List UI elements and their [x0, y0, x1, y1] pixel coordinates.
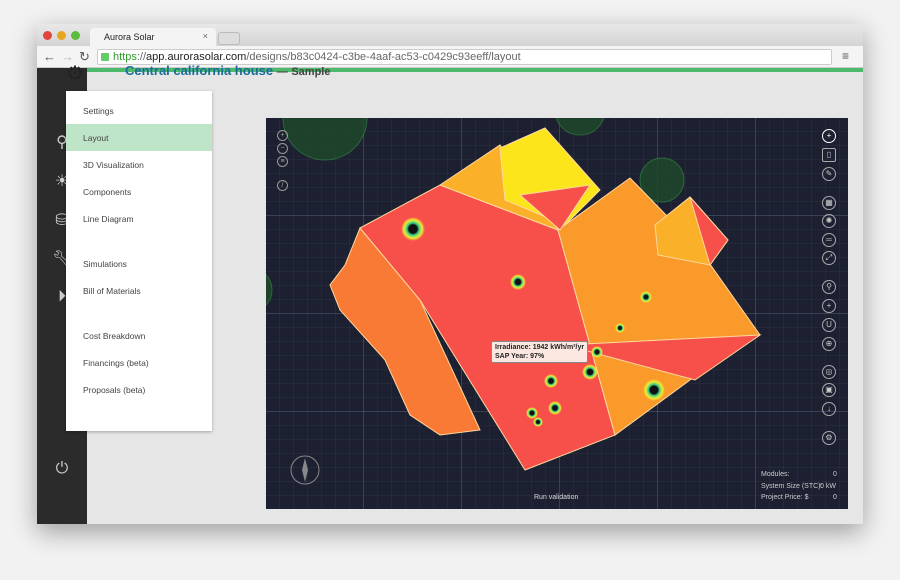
project-price-label: Project Price: $	[761, 494, 809, 501]
lock-icon	[101, 53, 109, 61]
zoom-in-icon[interactable]: +	[277, 130, 288, 141]
crosshair-icon[interactable]: ⊕	[822, 337, 836, 351]
roof-irradiance-map	[266, 118, 848, 509]
run-validation-button[interactable]: Run validation	[534, 494, 578, 501]
panel-icon[interactable]: ▯	[822, 148, 836, 162]
gear-icon: ⚙	[66, 63, 84, 85]
design-menu: Settings Layout 3D Visualization Compone…	[66, 91, 212, 431]
tab-bar: Aurora Solar ×	[37, 24, 863, 46]
plus-circle-icon[interactable]: +	[822, 299, 836, 313]
layers-icon[interactable]: ≡	[277, 156, 288, 167]
menu-item-simulations[interactable]: Simulations	[66, 250, 212, 277]
sap-year-text: SAP Year: 97%	[495, 353, 545, 360]
download-icon[interactable]: ↓	[822, 402, 836, 416]
menu-item-settings[interactable]: Settings	[66, 97, 212, 124]
maximize-window-button[interactable]	[71, 31, 80, 40]
minimize-window-button[interactable]	[57, 31, 66, 40]
target-icon[interactable]: ◎	[822, 365, 836, 379]
zoom-out-icon[interactable]: −	[277, 143, 288, 154]
add-icon[interactable]: +	[822, 129, 836, 143]
pencil-icon[interactable]: ✎	[822, 167, 836, 181]
menu-item-bill-of-materials[interactable]: Bill of Materials	[66, 277, 212, 304]
menu-icon[interactable]: ≡	[842, 49, 849, 63]
menu-item-proposals[interactable]: Proposals (beta)	[66, 376, 212, 403]
menu-item-cost-breakdown[interactable]: Cost Breakdown	[66, 322, 212, 349]
browser-tab[interactable]: Aurora Solar ×	[90, 28, 216, 46]
url-domain: app.aurorasolar.com	[146, 51, 247, 63]
modules-label: Modules:	[761, 471, 790, 478]
magnet-icon[interactable]: U	[822, 318, 836, 332]
tab-title: Aurora Solar	[104, 32, 155, 42]
save-icon[interactable]: ▣	[822, 383, 836, 397]
url-scheme: https	[113, 51, 137, 63]
measure-icon[interactable]: /	[277, 180, 288, 191]
system-size-label: System Size (STC):	[761, 483, 823, 490]
menu-item-line-diagram[interactable]: Line Diagram	[66, 205, 212, 232]
design-canvas[interactable]	[266, 118, 848, 509]
menu-item-layout[interactable]: Layout	[66, 124, 212, 151]
project-price-value: 0	[833, 494, 837, 501]
menu-item-components[interactable]: Components	[66, 178, 212, 205]
sun-tool-icon[interactable]: ✺	[822, 214, 836, 228]
irradiance-tooltip: Irradiance: 1942 kWh/m²/yr SAP Year: 97%	[491, 341, 589, 363]
menu-item-3d-visualization[interactable]: 3D Visualization	[66, 151, 212, 178]
back-icon[interactable]: ←	[43, 49, 56, 64]
search-icon[interactable]: ⚲	[822, 280, 836, 294]
new-tab-button[interactable]	[218, 32, 240, 45]
power-icon[interactable]: ⏻	[52, 460, 72, 480]
ruler-icon[interactable]: ═	[822, 233, 836, 247]
close-window-button[interactable]	[43, 31, 52, 40]
resize-icon[interactable]: ⤢	[822, 251, 836, 265]
irradiance-text: Irradiance: 1942 kWh/m²/yr	[495, 344, 585, 351]
url-path: /designs/b83c0424-c3be-4aaf-ac53-c0429c9…	[246, 51, 521, 63]
system-size-value: 0 kW	[820, 483, 836, 490]
grid-icon[interactable]: ▦	[822, 196, 836, 210]
page-title: Central california house — Sample	[125, 63, 331, 78]
menu-item-financings[interactable]: Financings (beta)	[66, 349, 212, 376]
settings-icon[interactable]: ⚙	[822, 431, 836, 445]
modules-value: 0	[833, 471, 837, 478]
close-tab-icon[interactable]: ×	[203, 31, 208, 41]
